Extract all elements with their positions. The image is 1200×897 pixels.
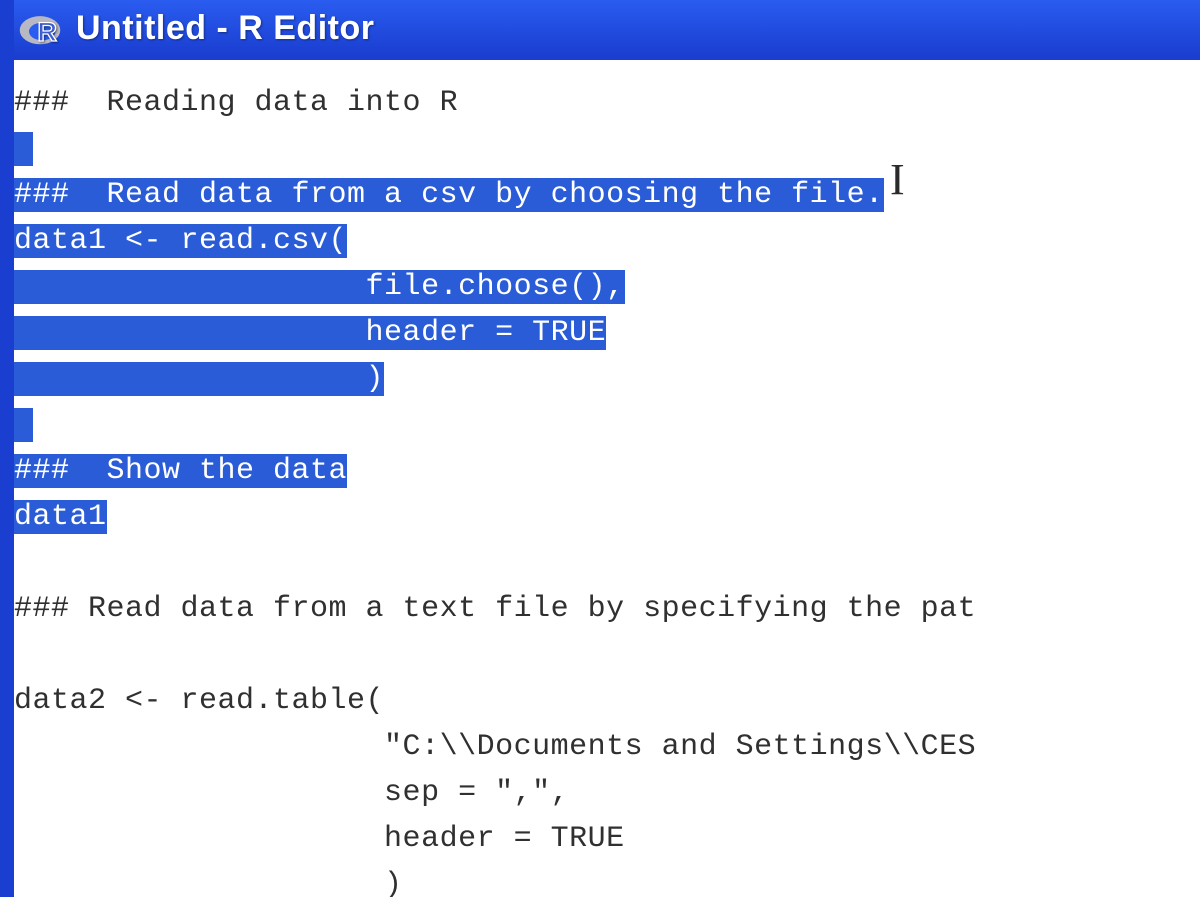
code-line[interactable]: file.choose(), [14,264,1200,310]
code-line[interactable]: header = TRUE [14,816,1200,862]
selected-text[interactable]: ### Show the data [14,454,347,488]
code-line[interactable]: header = TRUE [14,310,1200,356]
code-line[interactable] [14,126,1200,172]
selected-text[interactable]: header = TRUE [14,316,606,350]
selected-text[interactable]: data1 <- read.csv( [14,224,347,258]
code-line[interactable] [14,632,1200,678]
selected-text[interactable]: file.choose(), [14,270,625,304]
svg-text:R: R [37,16,57,47]
r-editor-window: R Untitled - R Editor ### Reading data i… [14,0,1200,897]
selected-text[interactable]: ### Read data from a csv by choosing the… [14,178,884,212]
code-line[interactable]: data1 <- read.csv( [14,218,1200,264]
code-content[interactable]: ### Reading data into R ### Read data fr… [14,80,1200,897]
code-line[interactable]: ) [14,356,1200,402]
selected-text[interactable]: data1 [14,500,107,534]
selected-text[interactable] [14,408,33,442]
code-line[interactable]: ### Show the data [14,448,1200,494]
code-line[interactable]: ### Reading data into R [14,80,1200,126]
code-line[interactable]: ### Read data from a csv by choosing the… [14,172,1200,218]
titlebar[interactable]: R Untitled - R Editor [14,0,1200,56]
selected-text[interactable] [14,132,33,166]
code-line[interactable]: ) [14,862,1200,897]
r-logo-icon: R [18,6,62,50]
code-line[interactable]: sep = ",", [14,770,1200,816]
code-line[interactable] [14,540,1200,586]
code-line[interactable]: data1 [14,494,1200,540]
code-line[interactable]: data2 <- read.table( [14,678,1200,724]
code-line[interactable]: ### Read data from a text file by specif… [14,586,1200,632]
selected-text[interactable]: ) [14,362,384,396]
code-line[interactable] [14,402,1200,448]
window-title: Untitled - R Editor [76,9,374,48]
code-line[interactable]: "C:\\Documents and Settings\\CES [14,724,1200,770]
code-editor-area[interactable]: ### Reading data into R ### Read data fr… [14,56,1200,897]
